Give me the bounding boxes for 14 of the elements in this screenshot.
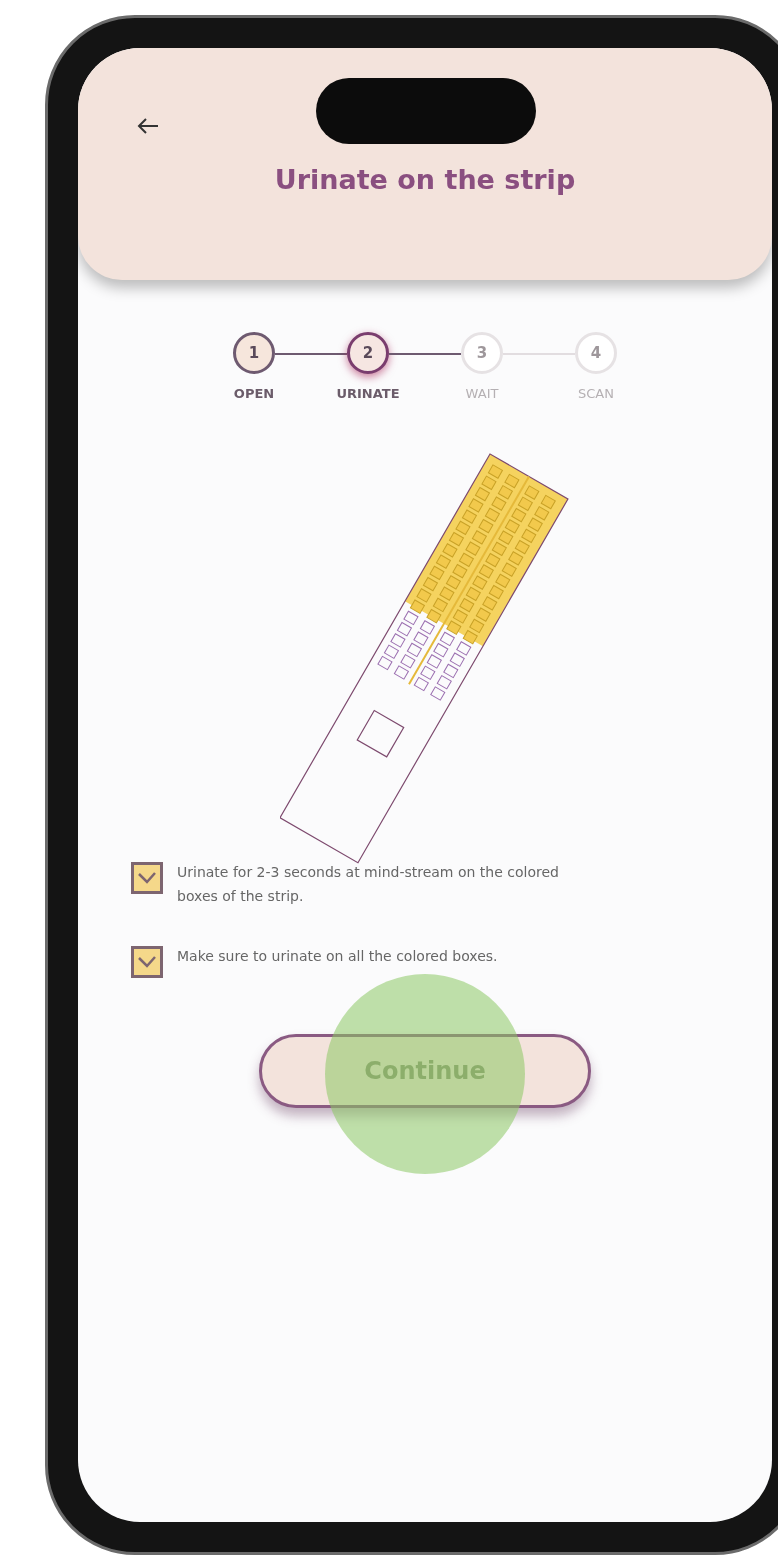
screen-title: Urinate on the strip <box>274 163 576 197</box>
checkbox[interactable] <box>131 945 163 978</box>
step-label: OPEN <box>233 385 275 403</box>
instruction-text: Urinate for 2-3 seconds at mind-stream on the colored boxes of the strip. <box>177 862 560 906</box>
back-arrow-icon <box>137 117 159 135</box>
checkmark-icon <box>137 954 157 969</box>
step-label: URINATE <box>336 385 400 403</box>
instruction-text: Make sure to urinate on all the colored boxes. <box>177 946 498 966</box>
step-connector <box>275 353 347 355</box>
step-label: WAIT <box>465 385 499 403</box>
step-connector <box>389 353 461 355</box>
step-label: SCAN <box>578 385 614 403</box>
checkmark-icon <box>137 870 157 885</box>
checkbox[interactable] <box>131 861 163 894</box>
